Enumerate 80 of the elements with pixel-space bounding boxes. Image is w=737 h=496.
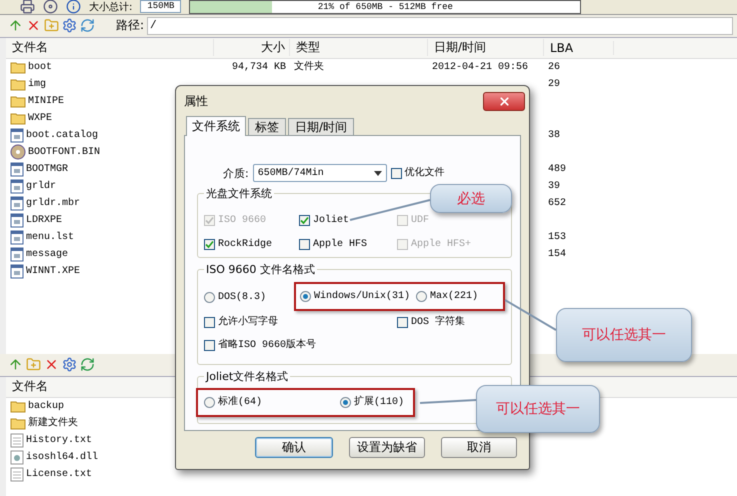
type-cell-text: 文件夹	[293, 60, 325, 74]
file-name-cell[interactable]: boot	[6, 60, 214, 74]
file-icon	[10, 178, 24, 194]
file-name-cell[interactable]: isoshl64.dll	[6, 450, 214, 465]
total-size-field: 150MB	[140, 0, 182, 14]
folder-icon	[10, 416, 26, 430]
file-icon	[10, 128, 24, 143]
file-name-cell[interactable]: BOOTMGR	[6, 162, 214, 177]
column-header[interactable]: LBA	[544, 40, 614, 55]
column-header[interactable]: 文件名	[6, 39, 214, 56]
close-icon	[498, 94, 510, 108]
checkbox[interactable]: DOS 字符集	[397, 316, 505, 329]
lba-cell-text: 39	[547, 180, 562, 193]
info-icon[interactable]	[66, 0, 81, 14]
lba-cell-text: 154	[547, 248, 568, 261]
folder-icon	[10, 77, 26, 92]
file-icon	[10, 246, 24, 262]
close-button[interactable]	[483, 92, 525, 110]
path-label: 路径:	[116, 17, 144, 34]
total-size-label: 大小总计:	[89, 0, 132, 14]
file-name-cell[interactable]: BOOTFONT.BIN	[6, 144, 214, 160]
tab[interactable]: 文件系统	[186, 116, 246, 136]
file-icon	[10, 264, 24, 279]
callout-bubble: 可以任选其一	[556, 308, 692, 362]
media-label: 介质:	[223, 166, 249, 180]
callout-bubble: 必选	[430, 184, 512, 213]
text-file-icon	[10, 432, 24, 448]
size-cell-text: 94,734 KB	[230, 60, 287, 74]
checkbox[interactable]: 允许小写字母	[204, 316, 397, 329]
refresh-icon[interactable]	[80, 18, 95, 34]
file-name-cell[interactable]: History.txt	[6, 432, 214, 448]
capacity-bar: 21% of 650MB - 512MB free	[189, 0, 582, 14]
path-field[interactable]: /	[147, 16, 733, 35]
disc-icon[interactable]	[43, 0, 58, 14]
leader-line	[420, 399, 476, 404]
leader-line	[504, 299, 556, 331]
dropdown-arrow-icon	[374, 170, 382, 176]
settings-icon[interactable]	[62, 357, 77, 372]
callout-bubble: 可以任选其一	[476, 385, 600, 433]
checkbox[interactable]: 省略ISO 9660版本号	[204, 339, 397, 352]
file-icon	[10, 196, 24, 211]
radio-button[interactable]: 扩展(110)	[340, 396, 407, 409]
disc-icon	[10, 144, 26, 160]
file-name-cell[interactable]: 新建文件夹	[6, 416, 214, 430]
dialog-button[interactable]: 取消	[441, 437, 517, 458]
lba-cell-text: 652	[547, 196, 568, 210]
column-header[interactable]: 日期/时间	[428, 39, 544, 56]
checkbox[interactable]: 优化文件	[390, 166, 445, 180]
radio-button[interactable]: Windows/Unix(31)	[300, 290, 410, 303]
lba-cell-text: 29	[547, 78, 562, 91]
tab[interactable]: 标签	[248, 118, 286, 136]
radio-button[interactable]: Max(221)	[416, 290, 478, 303]
column-header[interactable]: 大小	[214, 39, 290, 56]
lba-cell-text: 489	[547, 162, 568, 176]
group-title: 光盘文件系统	[205, 186, 273, 201]
lba-cell-text: 38	[547, 128, 562, 142]
checkbox[interactable]: Apple HFS	[299, 238, 397, 251]
group-title: ISO 9660 文件名格式	[205, 262, 316, 277]
lba-cell-text: 26	[547, 60, 562, 74]
text-file-icon	[10, 466, 24, 482]
radio-button[interactable]: DOS(8.3)	[204, 291, 294, 304]
folder-icon	[10, 111, 26, 126]
lba-cell-text: 153	[547, 230, 568, 244]
folder-icon	[10, 94, 26, 108]
tab[interactable]: 日期/时间	[288, 118, 354, 136]
settings-icon[interactable]	[62, 18, 77, 34]
refresh-icon[interactable]	[80, 357, 95, 372]
file-icon	[10, 230, 24, 245]
date-cell-text: 2012-04-21 09:56	[431, 60, 530, 74]
file-name-cell[interactable]: License.txt	[6, 466, 214, 482]
file-name-cell[interactable]: img	[6, 77, 214, 92]
printer-icon[interactable]	[20, 0, 35, 14]
dialog-button[interactable]: 确认	[255, 437, 333, 458]
checkbox[interactable]: Joliet	[299, 214, 397, 227]
file-icon	[10, 212, 24, 228]
media-dropdown[interactable]: 650MB/74Min	[252, 164, 387, 182]
file-icon	[10, 162, 24, 177]
dialog-button[interactable]: 设置为缺省	[349, 437, 425, 458]
column-header[interactable]: 类型	[290, 39, 428, 56]
dialog-title: 属性	[184, 92, 208, 110]
